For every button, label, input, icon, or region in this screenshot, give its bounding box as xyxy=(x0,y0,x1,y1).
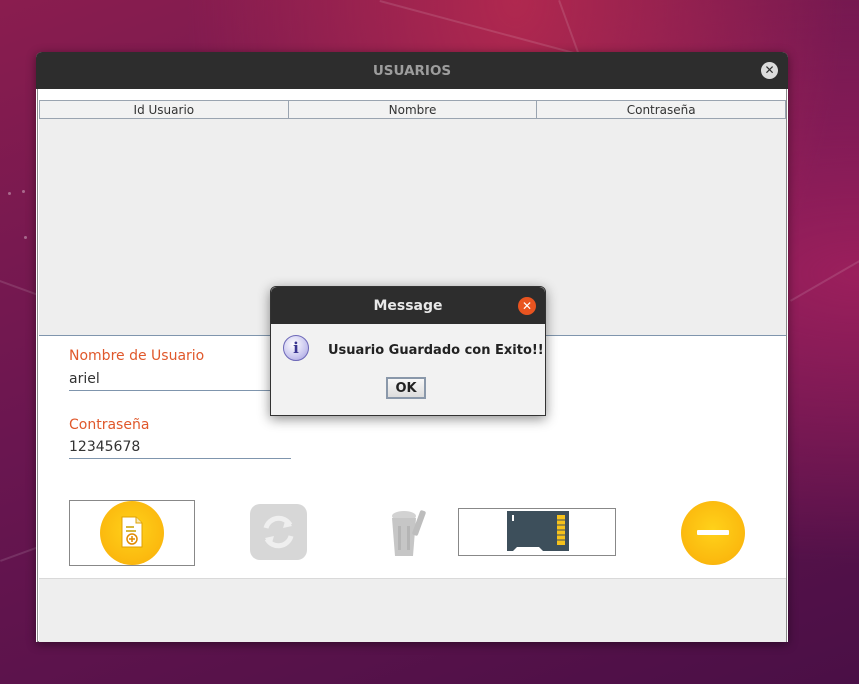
dialog-titlebar[interactable]: Message ✕ xyxy=(271,287,545,324)
password-field[interactable] xyxy=(69,436,291,459)
info-icon: i xyxy=(283,335,309,361)
trash-icon xyxy=(392,510,426,556)
username-field[interactable] xyxy=(69,368,289,391)
bottom-panel xyxy=(39,578,786,642)
memory-card-icon xyxy=(507,511,569,551)
column-header-contrasena[interactable]: Contraseña xyxy=(537,100,787,119)
window-titlebar[interactable]: USUARIOS ✕ xyxy=(36,52,788,89)
close-icon: ✕ xyxy=(521,299,533,313)
dialog-message: Usuario Guardado con Exito!! xyxy=(328,343,544,358)
window-close-button[interactable]: ✕ xyxy=(761,62,778,79)
refresh-button[interactable] xyxy=(250,504,307,560)
close-icon: ✕ xyxy=(764,63,775,77)
password-label: Contraseña xyxy=(69,417,150,433)
minus-icon xyxy=(697,530,729,535)
save-button[interactable] xyxy=(458,508,616,556)
delete-button[interactable] xyxy=(386,504,430,560)
message-dialog: Message ✕ i Usuario Guardado con Exito!!… xyxy=(270,286,546,416)
dialog-title: Message xyxy=(373,297,443,314)
remove-button[interactable] xyxy=(681,501,745,565)
column-header-id[interactable]: Id Usuario xyxy=(39,100,289,119)
add-document-icon xyxy=(100,501,164,565)
refresh-icon xyxy=(263,515,294,549)
dialog-close-button[interactable]: ✕ xyxy=(518,297,536,315)
column-header-nombre[interactable]: Nombre xyxy=(288,100,538,119)
ok-button[interactable]: OK xyxy=(386,377,426,399)
add-user-button[interactable] xyxy=(69,500,195,566)
window-title: USUARIOS xyxy=(372,62,452,79)
username-label: Nombre de Usuario xyxy=(69,348,205,364)
table-header: Id Usuario Nombre Contraseña xyxy=(39,100,787,119)
